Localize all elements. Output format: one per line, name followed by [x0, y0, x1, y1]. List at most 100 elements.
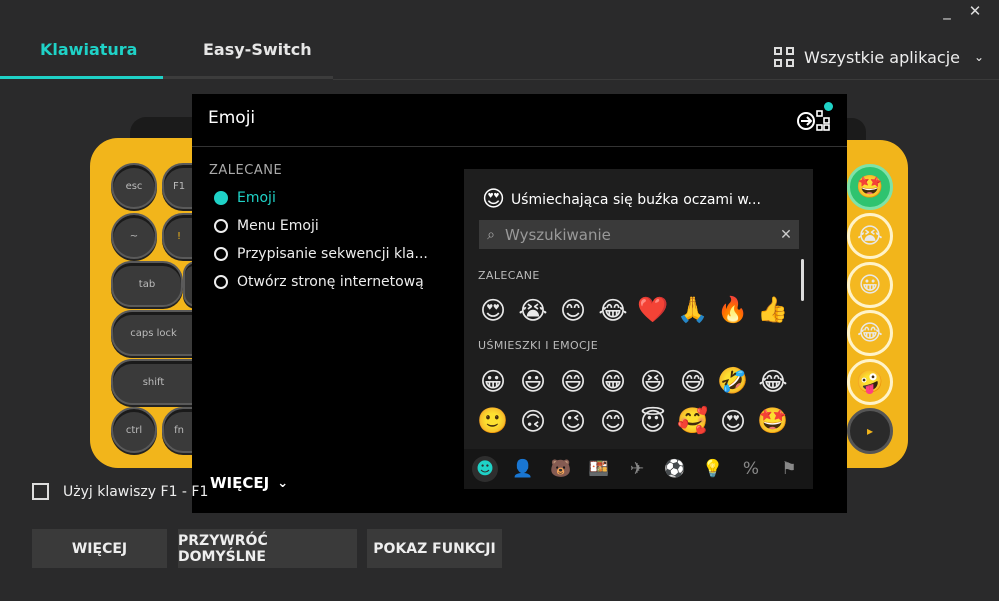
smileys-heading: UŚMIESZKI I EMOCJE — [478, 339, 599, 352]
animal-icon[interactable]: 🐻 — [548, 456, 574, 482]
option-label: Emoji — [237, 190, 276, 206]
emoji-item[interactable]: 😍 — [476, 293, 510, 327]
emoji-key-1[interactable]: 🤩 — [847, 164, 893, 210]
emoji-item[interactable]: 😉 — [556, 404, 590, 438]
picker-scrollbar[interactable] — [801, 259, 804, 301]
emoji-search: ⌕ ✕ — [479, 220, 799, 249]
emoji-item[interactable]: 😊 — [596, 404, 630, 438]
search-icon: ⌕ — [487, 226, 495, 243]
selected-emoji-header: 😍 Uśmiechająca się buźka oczami w... — [482, 187, 761, 212]
emoji-search-input[interactable] — [503, 224, 773, 245]
emoji-item[interactable]: 😇 — [636, 404, 670, 438]
emoji-key-4[interactable]: 😂 — [847, 310, 893, 356]
emoji-item[interactable]: 🙃 — [516, 404, 550, 438]
person-icon[interactable]: 👤 — [510, 456, 536, 482]
activity-icon[interactable]: ⚽ — [662, 456, 688, 482]
radio-icon — [214, 219, 228, 233]
clear-search-icon[interactable]: ✕ — [773, 227, 799, 243]
key-tab[interactable]: tab — [111, 261, 183, 307]
emoji-item[interactable]: 😍 — [716, 404, 750, 438]
key-shift[interactable]: shift — [111, 359, 196, 405]
food-icon[interactable]: 🍱 — [586, 456, 612, 482]
emoji-item[interactable]: 😭 — [516, 293, 550, 327]
emoji-item[interactable]: 🙏 — [676, 293, 710, 327]
smileys-row: 😀 😃 😄 😁 😆 😅 🤣 😂 — [476, 364, 790, 398]
tab-divider — [163, 76, 333, 79]
recommended-heading: ZALECANE — [209, 163, 283, 178]
symbols-icon[interactable]: % — [738, 456, 764, 482]
notification-dot — [824, 102, 833, 111]
recommended-emoji-row: 😍 😭 😊 😂 ❤️ 🙏 🔥 👍 — [476, 293, 790, 327]
apps-selector-label: Wszystkie aplikacje — [804, 47, 960, 67]
emoji-panel: Emoji ZALECANE Emoji Menu Emoji Przypisa… — [192, 94, 847, 513]
emoji-item[interactable]: 😂 — [596, 293, 630, 327]
option-emoji-menu[interactable]: Menu Emoji — [214, 218, 319, 234]
emoji-item[interactable]: 👍 — [756, 293, 790, 327]
emoji-key-2[interactable]: 😭 — [847, 213, 893, 259]
header-divider — [333, 79, 999, 80]
emoji-item[interactable]: 🔥 — [716, 293, 750, 327]
more-button[interactable]: WIĘCEJ — [32, 529, 167, 568]
restore-defaults-button[interactable]: PRZYWRÓĆ DOMYŚLNE — [178, 529, 357, 568]
key-tilde[interactable]: ~ — [111, 213, 157, 259]
emoji-item[interactable]: 😊 — [556, 293, 590, 327]
option-label: Przypisanie sekwencji kla... — [237, 246, 428, 262]
emoji-key-3[interactable]: 😀 — [847, 262, 893, 308]
feature-tour-button[interactable]: POKAZ FUNKCJI — [367, 529, 502, 568]
minimize-button[interactable]: _ — [936, 2, 958, 24]
option-emoji[interactable]: Emoji — [214, 190, 276, 206]
emoji-key-5[interactable]: 🤪 — [847, 359, 893, 405]
emoji-item[interactable]: 🥰 — [676, 404, 710, 438]
chevron-down-icon: ⌄ — [974, 50, 985, 64]
key-f1[interactable]: F1 — [162, 163, 196, 209]
key-fn[interactable]: fn — [162, 407, 196, 453]
apps-selector[interactable]: Wszystkie aplikacje ⌄ — [774, 47, 984, 67]
selected-emoji: 😍 — [482, 187, 505, 212]
more-label: WIĘCEJ — [210, 474, 270, 492]
radio-icon — [214, 247, 228, 261]
option-key-sequence[interactable]: Przypisanie sekwencji kla... — [214, 246, 428, 262]
objects-icon[interactable]: 💡 — [700, 456, 726, 482]
chevron-down-icon: ⌄ — [277, 475, 289, 491]
smileys-row: 🙂 🙃 😉 😊 😇 🥰 😍 🤩 — [476, 404, 790, 438]
travel-icon[interactable]: ✈ — [624, 456, 650, 482]
emoji-item[interactable]: 😃 — [516, 364, 550, 398]
option-open-website[interactable]: Otwórz stronę internetową — [214, 274, 424, 290]
emoji-item[interactable]: 🤣 — [716, 364, 750, 398]
emoji-item[interactable]: 🤩 — [756, 404, 790, 438]
option-label: Menu Emoji — [237, 218, 319, 234]
emoji-item[interactable]: ❤️ — [636, 293, 670, 327]
flag-icon[interactable]: ⚑ — [776, 456, 802, 482]
tab-keyboard[interactable]: Klawiatura — [40, 40, 137, 59]
use-f-keys-checkbox-row[interactable]: Użyj klawiszy F1 - F1 — [32, 483, 208, 500]
close-button[interactable]: ✕ — [964, 2, 986, 24]
scroll-fade — [464, 437, 813, 449]
key-caps-lock[interactable]: caps lock — [111, 310, 196, 356]
active-tab-indicator — [0, 76, 163, 79]
emoji-category-bar: ☻ 👤 🐻 🍱 ✈ ⚽ 💡 % ⚑ — [464, 449, 813, 489]
checkbox-label: Użyj klawiszy F1 - F1 — [63, 483, 209, 500]
recommended-emoji-heading: ZALECANE — [478, 269, 540, 282]
key-esc[interactable]: esc — [111, 163, 157, 209]
emoji-item[interactable]: 😆 — [636, 364, 670, 398]
key-1[interactable]: ! — [162, 213, 196, 259]
panel-title: Emoji — [208, 108, 256, 128]
radio-icon — [214, 275, 228, 289]
radio-selected-icon — [214, 191, 228, 205]
emoji-item[interactable]: 😄 — [556, 364, 590, 398]
more-options-button[interactable]: WIĘCEJ ⌄ — [210, 474, 288, 492]
emoji-item[interactable]: 😅 — [676, 364, 710, 398]
use-f-keys-checkbox[interactable] — [32, 483, 49, 500]
emoji-item[interactable]: 😁 — [596, 364, 630, 398]
emoji-item[interactable]: 😂 — [756, 364, 790, 398]
key-ctrl[interactable]: ctrl — [111, 407, 157, 453]
exit-assignment-icon[interactable] — [797, 108, 831, 134]
tab-easy-switch[interactable]: Easy-Switch — [203, 40, 312, 59]
smiley-icon[interactable]: ☻ — [472, 456, 498, 482]
emoji-item[interactable]: 😀 — [476, 364, 510, 398]
option-label: Otwórz stronę internetową — [237, 274, 424, 290]
selected-emoji-name: Uśmiechająca się buźka oczami w... — [510, 191, 761, 208]
key-right-bottom[interactable]: ▸ — [847, 408, 893, 454]
emoji-item[interactable]: 🙂 — [476, 404, 510, 438]
grid-icon — [774, 47, 794, 67]
